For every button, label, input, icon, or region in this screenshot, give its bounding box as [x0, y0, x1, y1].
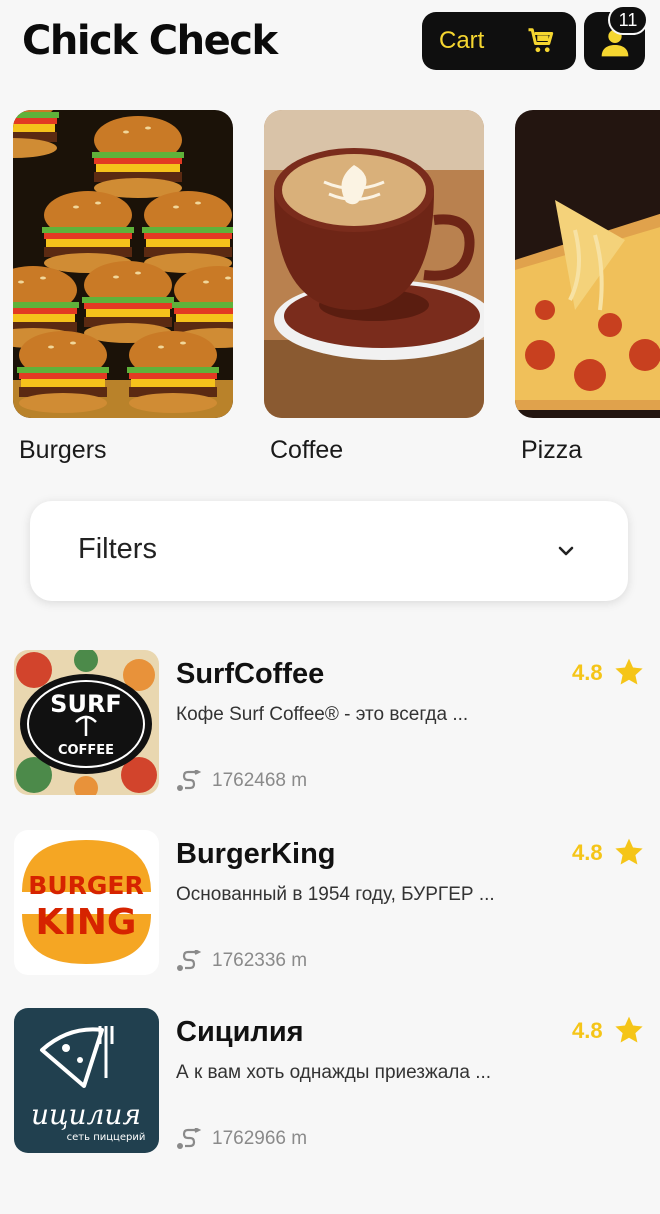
star-icon: [615, 1016, 643, 1043]
rating-value: 4.8: [572, 660, 603, 685]
star-icon: [615, 838, 643, 865]
restaurant-description: Основанный в 1954 году, БУРГЕР ...: [176, 884, 495, 905]
restaurant-item-burgerking[interactable]: BURGER KING BurgerKing Основанный в 1954…: [0, 828, 660, 978]
category-carousel[interactable]: Burgers Coffee Pizza: [0, 110, 660, 470]
surf-logo-subtext: COFFEE: [58, 743, 114, 758]
cart-label: Cart: [439, 27, 485, 54]
burger-king-logo: BURGER KING: [14, 830, 159, 975]
filters-dropdown[interactable]: Filters: [30, 501, 628, 601]
rating-value: 4.8: [572, 840, 603, 865]
app-header: Chick Check Cart 11: [0, 0, 660, 90]
restaurant-distance: 1762336 m: [176, 950, 307, 972]
category-label: Burgers: [19, 436, 107, 464]
bk-logo-subtext: KING: [36, 902, 137, 943]
restaurant-distance: 1762966 m: [176, 1128, 307, 1150]
category-label: Coffee: [270, 436, 344, 464]
app-title: Chick Check: [22, 18, 278, 64]
restaurant-description: А к вам хоть однажды приезжала ...: [176, 1062, 492, 1083]
star-icon: [615, 658, 643, 685]
filters-label: Filters: [78, 533, 157, 565]
sicilia-logo: ицилия сеть пиццерий: [14, 1008, 159, 1153]
sicilia-logo-text: ицилия: [31, 1098, 141, 1131]
restaurant-distance: 1762468 m: [176, 770, 307, 792]
rating-value: 4.8: [572, 1018, 603, 1043]
category-burgers[interactable]: Burgers: [13, 110, 233, 465]
bk-logo-text: BURGER: [28, 871, 143, 900]
pizza-photo: [515, 110, 660, 418]
surf-coffee-logo: SURF COFFEE: [14, 650, 159, 795]
route-icon: [177, 950, 202, 971]
chevron-down-icon: [558, 546, 574, 556]
notification-badge: 11: [608, 5, 648, 35]
route-icon: [177, 770, 202, 791]
restaurant-description: Кофе Surf Coffee® - это всегда ...: [176, 704, 469, 725]
sicilia-logo-subtext: сеть пиццерий: [67, 1132, 146, 1143]
restaurant-name: BurgerKing: [176, 838, 336, 870]
cart-icon: [528, 28, 554, 53]
distance-value: 1762336 m: [212, 950, 308, 971]
coffee-photo: [264, 110, 484, 418]
restaurant-name: SurfCoffee: [176, 658, 325, 690]
restaurant-item-sicilia[interactable]: ицилия сеть пиццерий Сицилия А к вам хот…: [0, 1006, 660, 1156]
burgers-photo: [13, 110, 233, 418]
category-pizza[interactable]: Pizza: [515, 110, 660, 465]
distance-value: 1762468 m: [212, 770, 308, 791]
cart-button[interactable]: Cart: [422, 12, 576, 70]
surf-logo-text: SURF: [50, 690, 122, 718]
distance-value: 1762966 m: [212, 1128, 308, 1149]
category-coffee[interactable]: Coffee: [264, 110, 484, 465]
category-label: Pizza: [521, 436, 583, 464]
restaurant-name: Сицилия: [176, 1016, 304, 1048]
restaurant-item-surfcoffee[interactable]: SURF COFFEE SurfCoffee Кофе Surf Coffee®…: [0, 648, 660, 798]
route-icon: [177, 1128, 202, 1149]
